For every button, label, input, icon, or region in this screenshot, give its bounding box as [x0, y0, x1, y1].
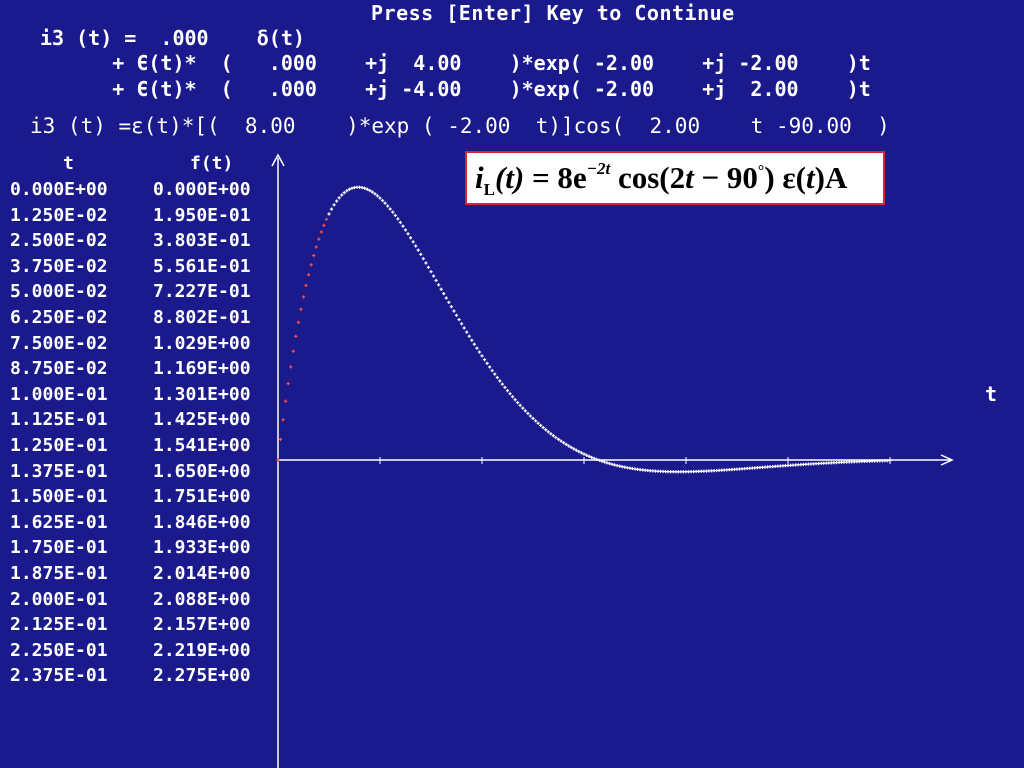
- formula-cos: cos(2: [610, 160, 686, 195]
- formula-box: iL(t) = 8e−2t cos(2t − 90°) ε(t)A: [465, 151, 885, 205]
- formula-subscript: L: [483, 180, 495, 199]
- formula-t3: t: [805, 160, 815, 195]
- formula-eq: = 8e: [524, 160, 587, 195]
- formula-minus: − 90: [693, 160, 758, 195]
- formula-text: iL(t) = 8e−2t cos(2t − 90°) ε(t)A: [475, 159, 847, 200]
- x-axis-label: t: [985, 382, 998, 406]
- formula-i: i: [475, 160, 484, 195]
- formula-t2: t: [685, 160, 694, 195]
- screen: Press [Enter] Key to Continue i3 (t) = .…: [0, 0, 1024, 768]
- formula-t1: (t): [494, 160, 525, 195]
- formula-exponent: −2t: [586, 159, 611, 178]
- formula-close: ) ε(: [764, 160, 806, 195]
- response-plot: [271, 153, 954, 768]
- formula-unit: )A: [814, 160, 848, 195]
